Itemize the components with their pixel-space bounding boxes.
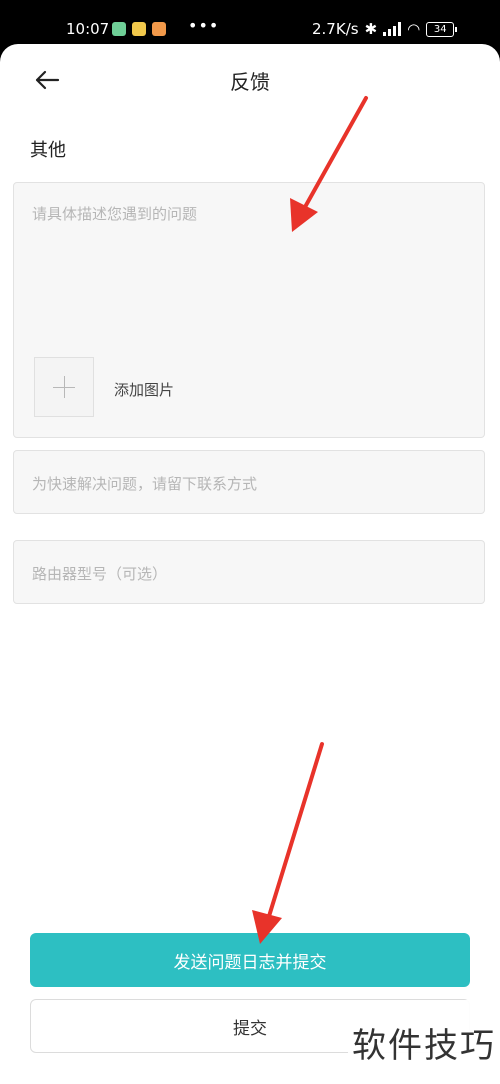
contact-input[interactable]: 为快速解决问题，请留下联系方式	[13, 450, 485, 514]
feedback-page: 反馈 其他 请具体描述您遇到的问题 添加图片 为快速解决问题，请留下联系方式 路…	[0, 44, 500, 1084]
network-speed: 2.7K/s	[312, 20, 359, 38]
category-label: 其他	[30, 140, 66, 161]
router-model-placeholder: 路由器型号（可选）	[32, 565, 168, 583]
watermark: 软件技巧	[348, 1000, 500, 1084]
app-notification-icon	[112, 22, 126, 36]
add-image-label: 添加图片	[114, 381, 175, 399]
status-bar: 10:07 ••• 2.7K/s ✱ ◠ 34	[0, 0, 500, 44]
app-notification-icon	[132, 22, 146, 36]
description-placeholder: 请具体描述您遇到的问题	[32, 205, 198, 223]
description-textarea[interactable]: 请具体描述您遇到的问题 添加图片	[13, 182, 485, 438]
page-title: 反馈	[230, 70, 270, 94]
battery-icon: 34	[426, 21, 458, 37]
wifi-icon: ◠	[407, 20, 421, 38]
more-notifications-icon: •••	[188, 16, 220, 35]
add-image-button[interactable]	[34, 357, 94, 417]
router-model-input[interactable]: 路由器型号（可选）	[13, 540, 485, 604]
signal-icon	[383, 22, 402, 36]
contact-placeholder: 为快速解决问题，请留下联系方式	[32, 475, 258, 493]
status-right: 2.7K/s ✱ ◠ 34	[312, 20, 458, 38]
send-log-and-submit-button[interactable]: 发送问题日志并提交	[30, 933, 470, 987]
app-notification-icon	[152, 22, 166, 36]
status-time: 10:07	[66, 20, 110, 38]
bluetooth-icon: ✱	[364, 20, 378, 38]
notification-icons	[112, 22, 166, 36]
